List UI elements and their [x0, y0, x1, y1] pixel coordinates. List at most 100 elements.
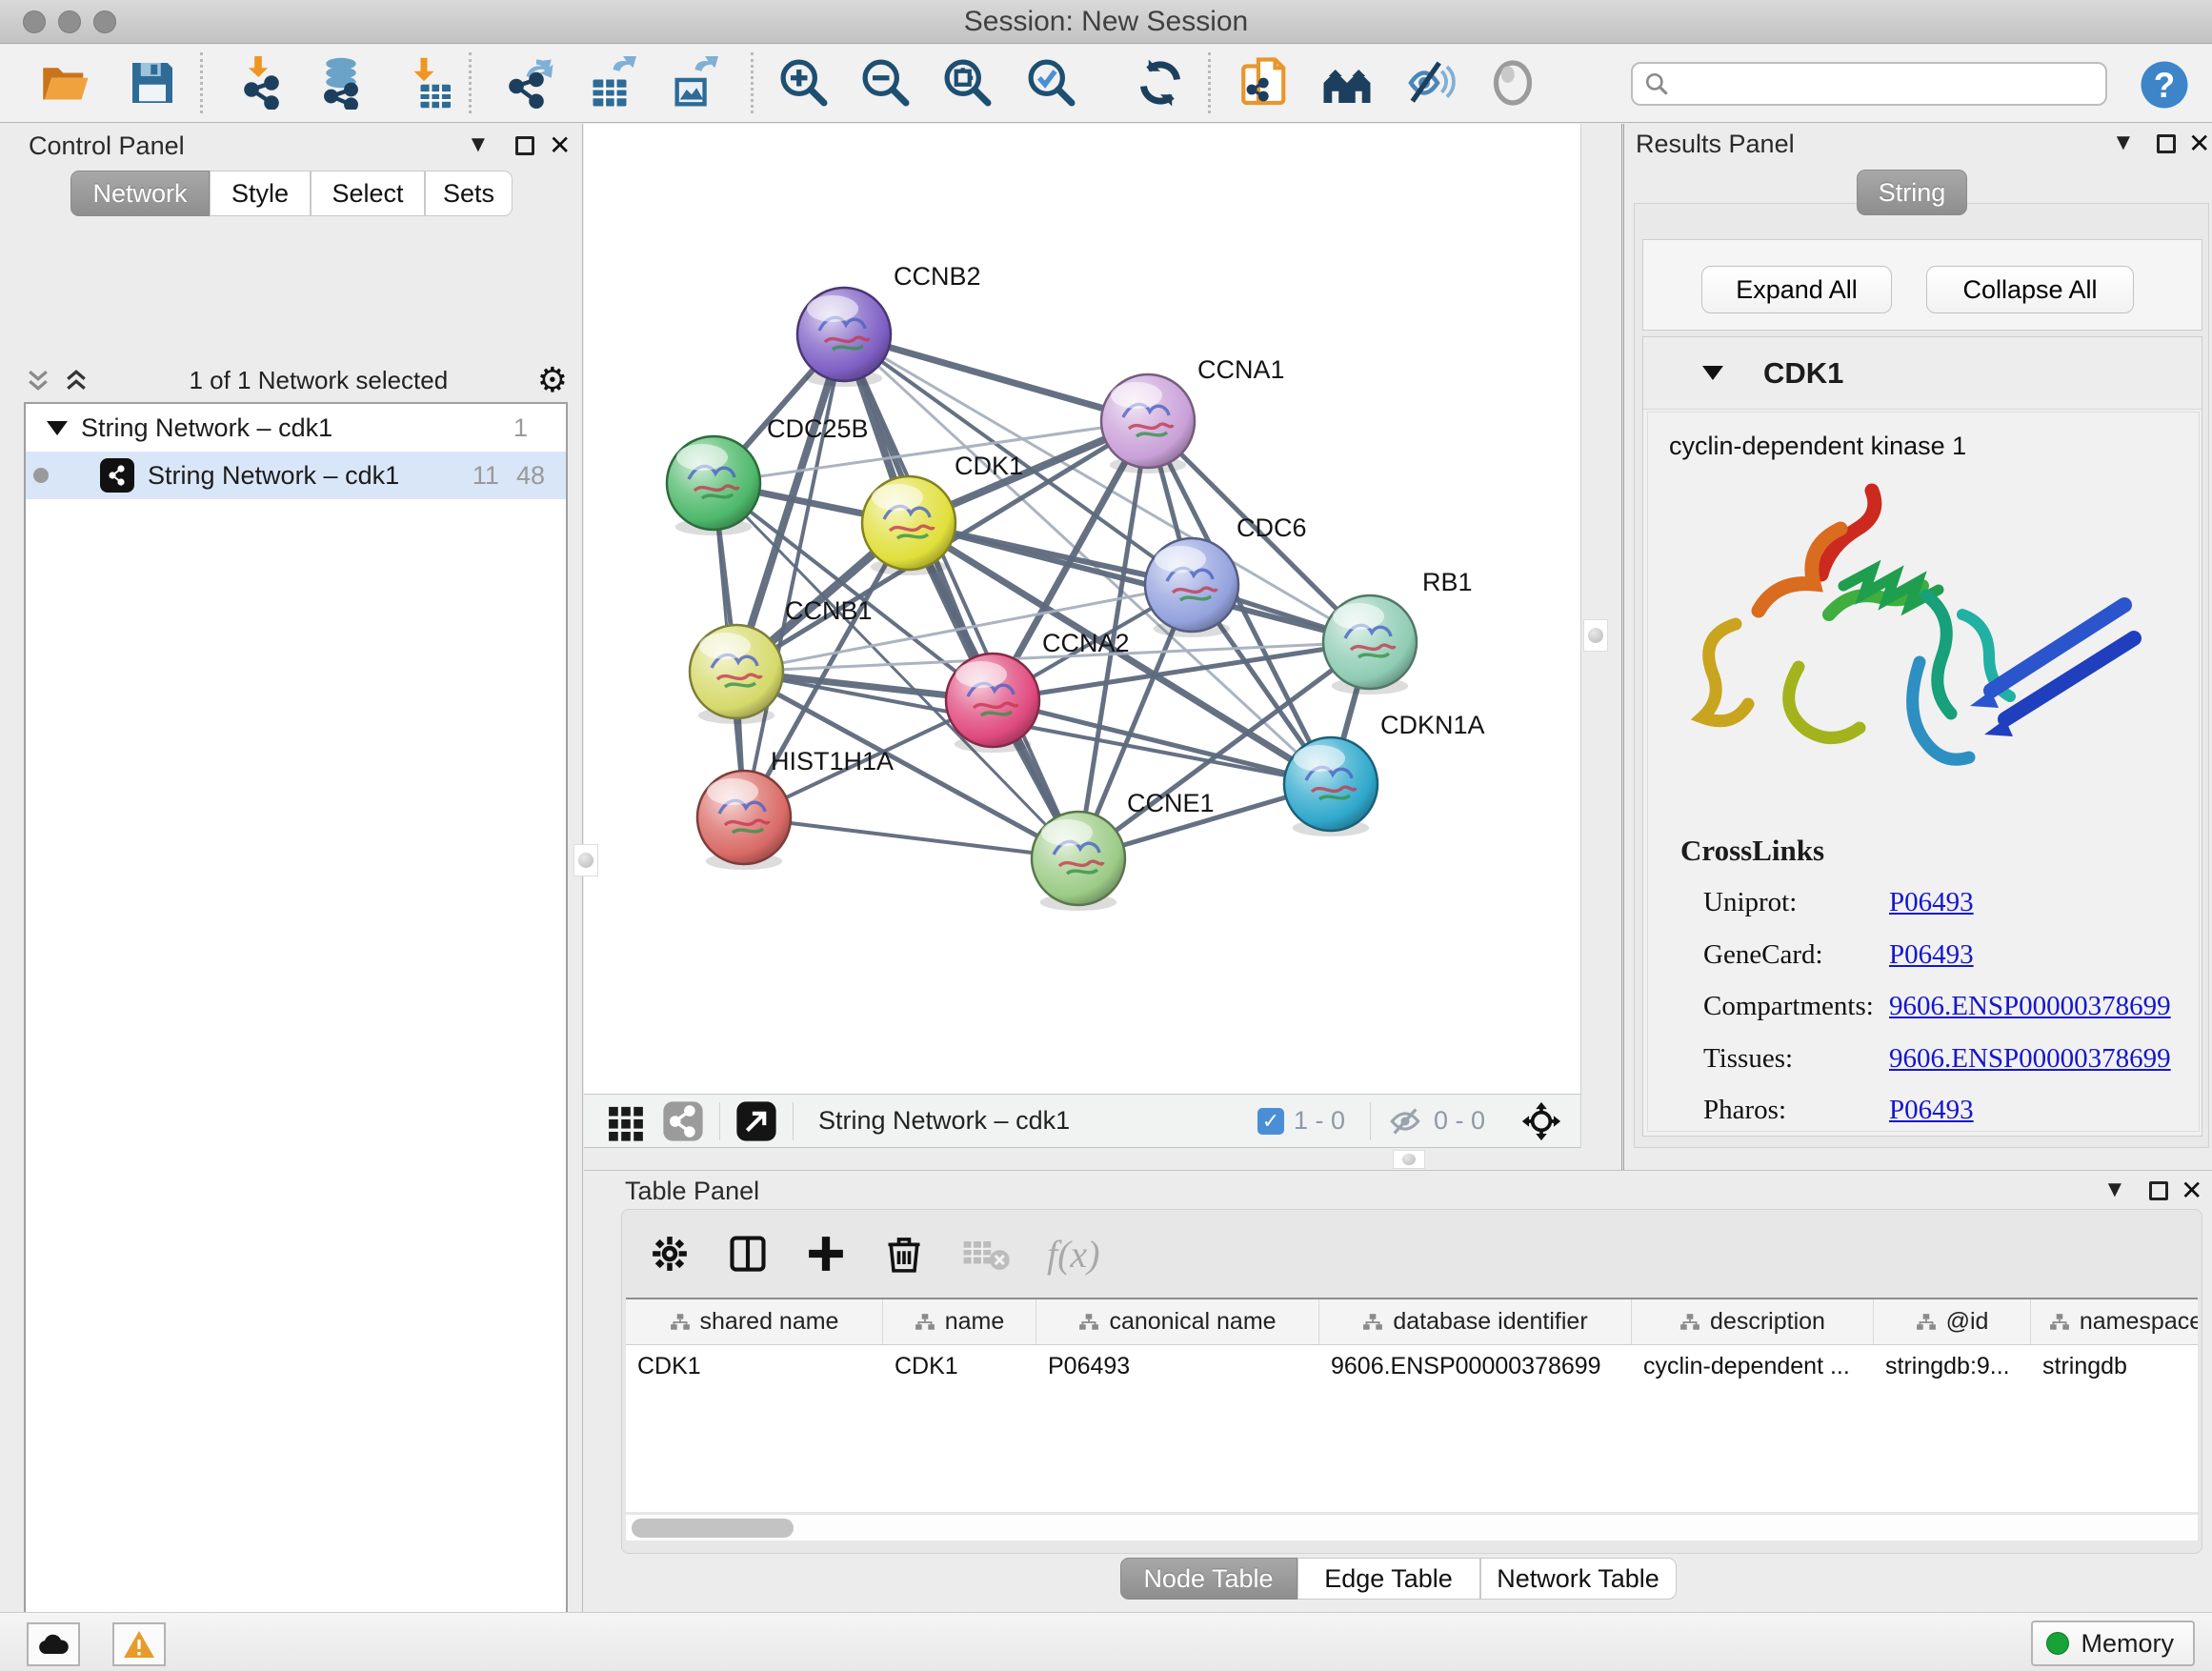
export-network-button[interactable] [503, 56, 556, 110]
expand-all-icon[interactable] [62, 366, 90, 394]
tab-edge-table[interactable]: Edge Table [1297, 1558, 1480, 1600]
show-all-button[interactable] [1320, 56, 1374, 110]
select-columns-icon[interactable] [727, 1233, 769, 1275]
hide-selected-button[interactable] [1404, 56, 1458, 110]
table-panel-menu-icon[interactable]: ▼ [2103, 1178, 2126, 1201]
tab-network[interactable]: Network [70, 171, 210, 216]
table-cell[interactable]: CDK1 [626, 1345, 883, 1387]
search-input[interactable] [1679, 69, 2094, 100]
save-session-button[interactable] [126, 56, 179, 110]
help-button[interactable]: ? [2138, 58, 2191, 111]
table-cell[interactable]: stringdb:9... [1874, 1345, 2031, 1387]
column-header-name[interactable]: name [883, 1299, 1036, 1344]
column-header-description[interactable]: description [1632, 1299, 1874, 1344]
export-table-button[interactable] [583, 56, 636, 110]
network-edge-count: 48 [516, 461, 545, 491]
collapse-all-icon[interactable] [24, 366, 52, 394]
protein-collapse-icon[interactable] [1702, 366, 1723, 380]
tab-sets[interactable]: Sets [425, 171, 513, 216]
network-row-selected[interactable]: String Network – cdk1 11 48 [26, 452, 566, 499]
network-node-CCNB1[interactable]: CCNB1 [690, 596, 873, 724]
gear-icon[interactable]: ⚙ [537, 363, 568, 397]
control-panel-menu-icon[interactable]: ▼ [467, 133, 490, 156]
tab-network-table[interactable]: Network Table [1480, 1558, 1677, 1600]
protein-section-header[interactable]: CDK1 [1643, 337, 2202, 410]
control-panel-float-icon[interactable] [515, 136, 534, 155]
network-edge[interactable] [844, 334, 1078, 858]
crosshair-icon[interactable] [1519, 1099, 1563, 1143]
clone-network-button[interactable] [1238, 56, 1292, 110]
import-table-button[interactable] [404, 56, 457, 110]
table-cell[interactable]: stringdb [2031, 1345, 2198, 1387]
table-row[interactable]: CDK1CDK1P064939606.ENSP00000378699cyclin… [626, 1345, 2198, 1387]
control-panel-close-icon[interactable]: ✕ [549, 130, 571, 161]
column-header-namespace[interactable]: namespace [2031, 1299, 2198, 1344]
network-node-HIST1H1A[interactable]: HIST1H1A [697, 747, 894, 870]
crosslink-value-link[interactable]: P06493 [1889, 1095, 1974, 1126]
table-cell[interactable]: CDK1 [883, 1345, 1036, 1387]
table-panel-float-icon[interactable] [2149, 1181, 2168, 1200]
network-node-RB1[interactable]: RB1 [1323, 568, 1473, 695]
netbar-separator [793, 1102, 794, 1140]
import-database-button[interactable] [314, 56, 368, 110]
warnings-button[interactable] [112, 1622, 166, 1666]
grid-view-icon[interactable] [605, 1100, 647, 1142]
zoom-out-button[interactable] [859, 56, 913, 110]
expand-all-button[interactable]: Expand All [1701, 266, 1892, 313]
import-network-button[interactable] [238, 56, 292, 110]
cloud-button[interactable] [27, 1622, 80, 1666]
collection-expand-icon[interactable] [47, 421, 68, 435]
results-panel-menu-icon[interactable]: ▼ [2112, 131, 2135, 154]
column-type-icon [1679, 1312, 1700, 1333]
node-table[interactable]: shared namenamecanonical namedatabase id… [626, 1298, 2198, 1512]
crosslink-value-link[interactable]: P06493 [1889, 939, 1974, 971]
share-view-icon[interactable] [662, 1100, 704, 1142]
delete-column-icon[interactable] [883, 1233, 925, 1275]
collapse-all-button[interactable]: Collapse All [1926, 266, 2134, 313]
column-header-shared-name[interactable]: shared name [626, 1299, 883, 1344]
column-type-icon [1362, 1312, 1383, 1333]
tab-string[interactable]: String [1857, 170, 1967, 215]
show-hidden-button[interactable] [1486, 56, 1539, 110]
crosslink-value-link[interactable]: 9606.ENSP00000378699 [1889, 991, 2171, 1022]
left-splitter-handle[interactable] [573, 844, 598, 876]
zoom-fit-button[interactable] [941, 56, 995, 110]
network-canvas[interactable]: CCNB2CCNA1CDC25BCDK1CDC6RB1CCNB1CCNA2CDK… [584, 124, 1581, 1094]
table-panel-close-icon[interactable]: ✕ [2181, 1175, 2202, 1206]
add-column-icon[interactable] [805, 1233, 847, 1275]
scrollbar-thumb[interactable] [632, 1519, 794, 1538]
column-type-icon [1916, 1312, 1937, 1333]
refresh-button[interactable] [1134, 56, 1187, 110]
network-edge[interactable] [744, 817, 1078, 858]
export-image-button[interactable] [665, 56, 718, 110]
zoom-in-button[interactable] [777, 56, 831, 110]
selected-checkbox-icon[interactable]: ✓ [1257, 1108, 1284, 1135]
tab-style[interactable]: Style [210, 171, 311, 216]
tab-select[interactable]: Select [311, 171, 425, 216]
tab-node-table[interactable]: Node Table [1120, 1558, 1297, 1600]
search-icon [1644, 71, 1669, 96]
horizontal-splitter-handle[interactable] [1393, 1150, 1425, 1169]
network-collection-row[interactable]: String Network – cdk1 1 [26, 404, 566, 452]
table-cell[interactable]: P06493 [1036, 1345, 1319, 1387]
crosslink-value-link[interactable]: 9606.ENSP00000378699 [1889, 1043, 2171, 1075]
birdseye-icon[interactable] [735, 1100, 777, 1142]
memory-button[interactable]: Memory [2031, 1621, 2195, 1666]
table-cell[interactable]: 9606.ENSP00000378699 [1319, 1345, 1632, 1387]
zoom-selected-button[interactable] [1025, 56, 1078, 110]
results-panel-float-icon[interactable] [2157, 134, 2176, 153]
network-edge[interactable] [744, 334, 844, 817]
network-node-CDKN1A[interactable]: CDKN1A [1284, 711, 1485, 836]
crosslink-value-link[interactable]: P06493 [1889, 887, 1974, 918]
table-cell[interactable]: cyclin-dependent ... [1632, 1345, 1874, 1387]
column-header-canonical-name[interactable]: canonical name [1036, 1299, 1319, 1344]
right-splitter-handle[interactable] [1583, 619, 1608, 652]
network-node-CCNE1[interactable]: CCNE1 [1032, 789, 1215, 911]
open-session-button[interactable] [38, 56, 91, 110]
column-header-@id[interactable]: @id [1874, 1299, 2031, 1344]
table-horizontal-scrollbar[interactable] [626, 1514, 2198, 1540]
column-header-database-identifier[interactable]: database identifier [1319, 1299, 1632, 1344]
results-panel-close-icon[interactable]: ✕ [2188, 128, 2210, 159]
table-gear-icon[interactable] [649, 1233, 691, 1275]
network-node-CCNA1[interactable]: CCNA1 [1101, 355, 1285, 473]
